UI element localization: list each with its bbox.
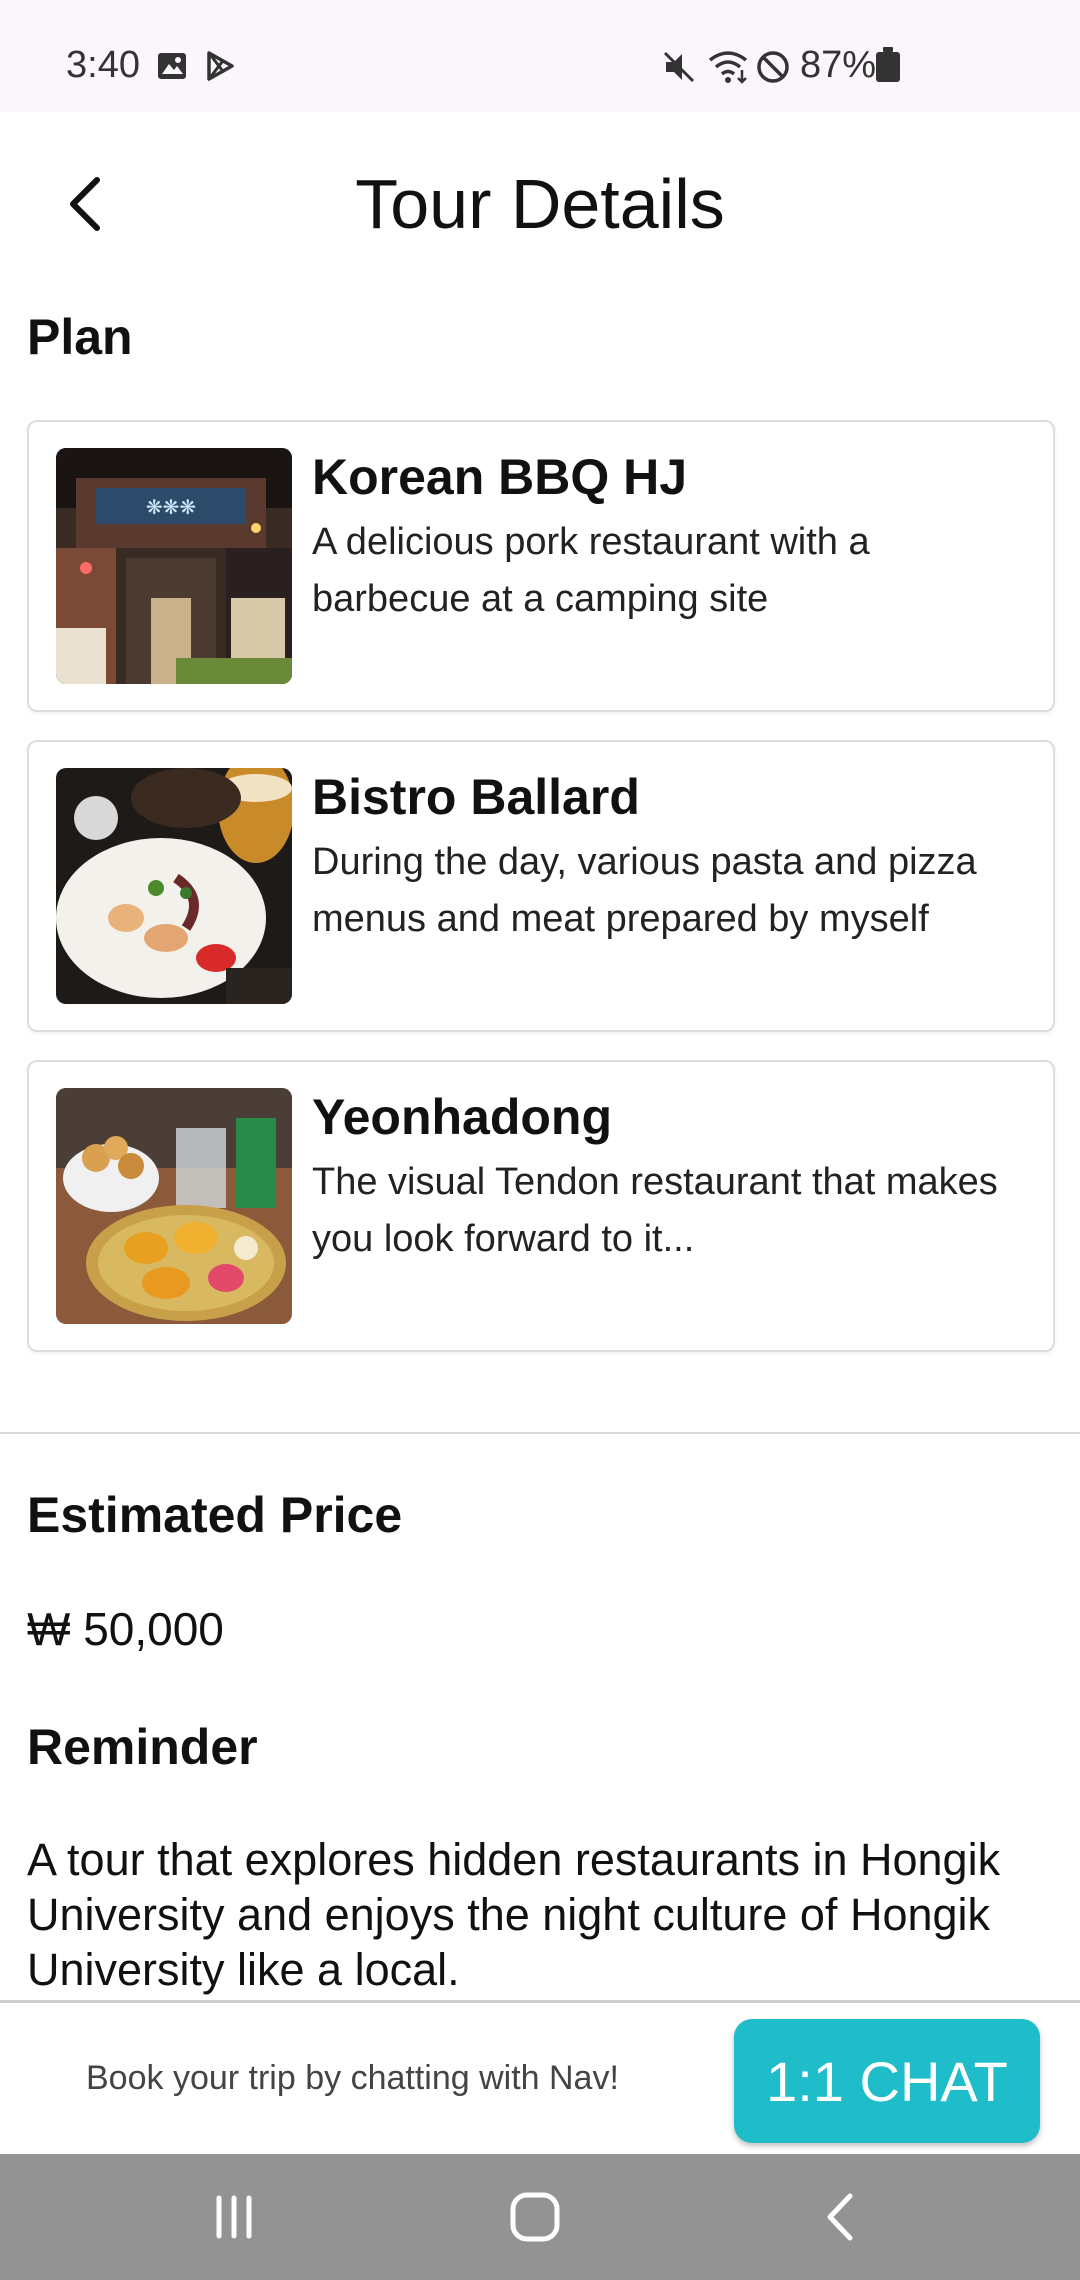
booking-prompt: Book your trip by chatting with Nav! <box>86 2059 619 2097</box>
restaurant-name: Korean BBQ HJ <box>312 449 688 505</box>
restaurant-photo <box>56 1088 292 1324</box>
header: Tour Details <box>0 112 1080 292</box>
system-nav-bar <box>0 2154 1080 2280</box>
plan-card-yeonhadong[interactable]: Yeonhadong The visual Tendon restaurant … <box>27 1060 1055 1352</box>
recent-apps-icon <box>216 2195 252 2239</box>
estimated-price-value: ₩ 50,000 <box>27 1603 224 1655</box>
battery-percent: 87% <box>800 44 877 86</box>
plan-card-bistro-ballard[interactable]: Bistro Ballard During the day, various p… <box>27 740 1055 1032</box>
reminder-text: A tour that explores hidden restaurants … <box>27 1834 1001 1995</box>
restaurant-description: The visual Tendon restaurant that makes … <box>312 1161 998 1260</box>
status-bar: 3:40 87% <box>0 0 1080 112</box>
home-button[interactable] <box>495 2182 575 2252</box>
back-icon <box>827 2193 853 2241</box>
battery-icon <box>876 47 900 82</box>
restaurant-description: During the day, various pasta and pizza … <box>312 841 977 940</box>
do-not-disturb-icon <box>757 51 789 83</box>
back-nav-button[interactable] <box>800 2182 880 2252</box>
page-title: Tour Details <box>355 165 725 243</box>
reminder-heading: Reminder <box>27 1719 258 1775</box>
image-icon <box>158 53 186 79</box>
restaurant-photo: ❋❋❋ <box>56 448 292 684</box>
restaurant-description: A delicious pork restaurant with a barbe… <box>312 521 870 620</box>
status-left-icons <box>156 50 236 82</box>
plan-heading: Plan <box>27 309 133 365</box>
booking-bar: Book your trip by chatting with Nav! 1:1… <box>0 2000 1080 2154</box>
play-store-icon <box>207 51 234 81</box>
section-divider <box>0 1432 1080 1434</box>
restaurant-name: Bistro Ballard <box>312 769 640 825</box>
svg-text:❋❋❋: ❋❋❋ <box>146 495 196 519</box>
mute-icon <box>663 51 695 83</box>
chat-button[interactable]: 1:1 CHAT <box>734 2019 1040 2143</box>
home-icon <box>510 2192 560 2242</box>
status-time: 3:40 <box>66 44 140 86</box>
wifi-icon <box>708 51 748 84</box>
plan-card-korean-bbq[interactable]: ❋❋❋ Korean BBQ HJ A delicious pork resta… <box>27 420 1055 712</box>
restaurant-name: Yeonhadong <box>312 1089 612 1145</box>
recent-apps-button[interactable] <box>194 2182 274 2252</box>
estimated-price-heading: Estimated Price <box>27 1487 403 1543</box>
restaurant-photo <box>56 768 292 1004</box>
